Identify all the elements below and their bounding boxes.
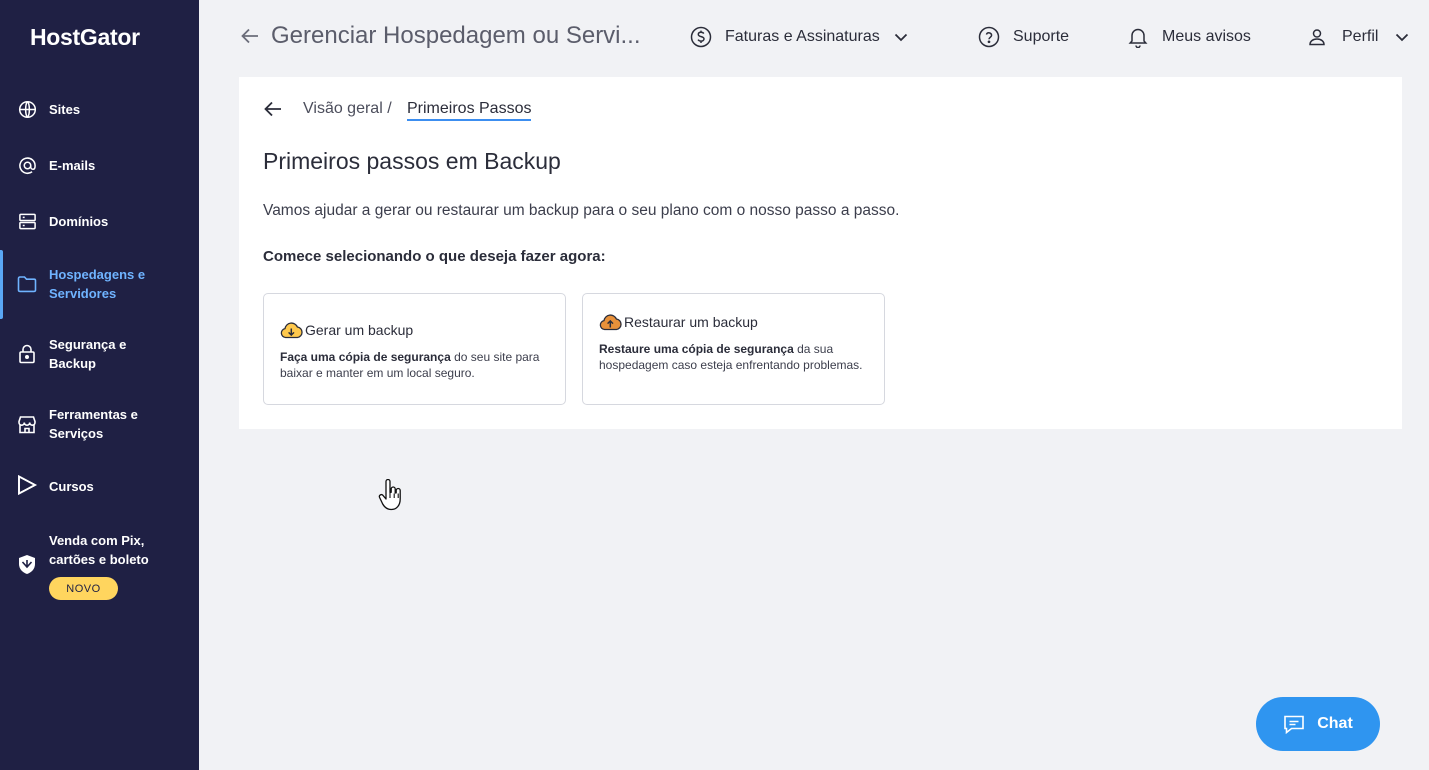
lock-icon <box>17 344 37 364</box>
profile-menu[interactable]: Perfil <box>1307 25 1409 49</box>
sidebar-item-seguranca[interactable]: Segurança e Backup <box>0 330 199 378</box>
section-heading: Primeiros passos em Backup <box>263 148 561 174</box>
support-link[interactable]: Suporte <box>978 25 1069 49</box>
support-label: Suporte <box>1013 28 1070 45</box>
option-title-text: Restaurar um backup <box>624 314 758 330</box>
option-title: Gerar um backup <box>280 321 413 339</box>
user-icon <box>1309 29 1325 46</box>
billing-menu[interactable]: Faturas e Assinaturas <box>690 25 908 49</box>
sidebar-item-label: Cursos <box>49 479 94 494</box>
breadcrumb-current: Primeiros Passos <box>407 100 532 121</box>
option-description: Faça uma cópia de segurança do seu site … <box>280 349 560 381</box>
sidebar-item-dominios[interactable]: Domínios <box>0 208 199 235</box>
new-badge: NOVO <box>49 577 118 600</box>
option-description-bold: Restaure uma cópia de segurança <box>599 342 794 356</box>
sidebar-item-venda-pix[interactable]: Venda com Pix, cartões e boleto <box>0 530 199 578</box>
store-icon <box>17 414 37 434</box>
sidebar-item-label: Domínios <box>49 214 109 229</box>
section-description: Vamos ajudar a gerar ou restaurar um bac… <box>263 202 900 219</box>
sidebar: HostGator Sites E-mails Domínios Hospeda… <box>0 0 199 770</box>
option-description: Restaure uma cópia de segurança da sua h… <box>599 341 864 373</box>
generate-backup-option[interactable]: Gerar um backup Faça uma cópia de segura… <box>263 293 566 405</box>
sidebar-item-cursos[interactable]: Cursos <box>0 472 199 500</box>
notices-label: Meus avisos <box>1162 28 1251 45</box>
sidebar-item-label: Segurança e Backup <box>49 337 127 371</box>
sidebar-item-label: Ferramentas e Serviços <box>49 407 138 441</box>
billing-label: Faturas e Assinaturas <box>725 28 880 45</box>
sidebar-item-label: E-mails <box>49 158 96 173</box>
cloud-upload-icon <box>599 314 622 331</box>
sidebar-item-sites[interactable]: Sites <box>0 96 199 123</box>
selection-prompt: Comece selecionando o que deseja fazer a… <box>263 248 606 265</box>
at-sign-icon <box>17 156 37 176</box>
folder-icon <box>17 274 37 294</box>
dollar-circle-icon <box>690 26 712 48</box>
chat-label: Chat <box>1317 715 1353 732</box>
page-title: Gerenciar Hospedagem ou Servi... <box>271 22 641 49</box>
chat-bubble-icon <box>1284 715 1305 734</box>
sidebar-item-label: Sites <box>49 102 81 117</box>
option-title: Restaurar um backup <box>599 313 758 331</box>
breadcrumb-back-icon[interactable] <box>263 99 283 123</box>
option-description-bold: Faça uma cópia de segurança <box>280 350 451 364</box>
bell-icon <box>1128 28 1148 48</box>
chevron-down-icon <box>894 33 907 41</box>
sidebar-item-label: Venda com Pix, cartões e boleto <box>49 533 149 567</box>
profile-label: Perfil <box>1342 28 1379 45</box>
sidebar-item-emails[interactable]: E-mails <box>0 152 199 179</box>
hostgator-logo[interactable]: HostGator <box>30 24 140 51</box>
hand-cursor-icon <box>377 478 405 517</box>
server-icon <box>17 212 37 232</box>
notices-link[interactable]: Meus avisos <box>1128 25 1251 49</box>
help-circle-icon <box>978 26 1000 48</box>
restore-backup-option[interactable]: Restaurar um backup Restaure uma cópia d… <box>582 293 885 405</box>
globe-icon <box>17 100 37 120</box>
chevron-down-icon <box>1396 33 1409 41</box>
breadcrumb-home-link[interactable]: Visão geral / <box>303 100 392 118</box>
sidebar-item-label: Hospedagens e Servidores <box>49 267 146 301</box>
option-title-text: Gerar um backup <box>305 322 414 338</box>
back-arrow-icon[interactable] <box>240 26 260 50</box>
shield-bird-icon <box>17 554 37 574</box>
chat-button[interactable]: Chat <box>1256 697 1380 751</box>
sidebar-item-ferramentas[interactable]: Ferramentas e Serviços <box>0 400 199 448</box>
cloud-download-icon <box>280 322 303 339</box>
main-card: Visão geral / Primeiros Passos Primeiros… <box>239 77 1402 429</box>
top-bar: Gerenciar Hospedagem ou Servi... Faturas… <box>199 0 1429 74</box>
play-icon <box>17 475 37 495</box>
sidebar-item-hospedagens[interactable]: Hospedagens e Servidores <box>0 250 199 319</box>
